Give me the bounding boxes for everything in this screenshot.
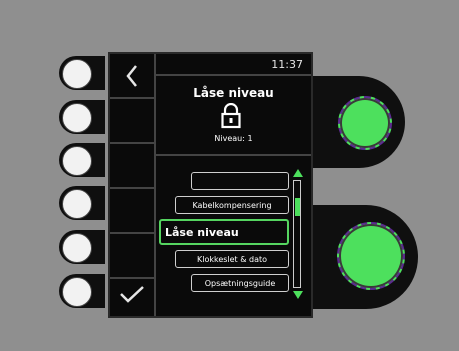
menu-item-opsaetningsguide[interactable]: Opsætningsguide	[191, 274, 289, 292]
lock-level-panel: Låse niveau Niveau: 1	[156, 78, 311, 156]
side-button-knob	[62, 233, 92, 263]
softkey-3[interactable]	[110, 144, 154, 189]
status-bar: 11:37	[156, 54, 311, 76]
side-button-knob	[62, 189, 92, 219]
softkey-2[interactable]	[110, 99, 154, 144]
settings-menu-list: Kabelkompensering Låse niveau Klokkeslet…	[156, 158, 311, 304]
clock-time: 11:37	[271, 57, 303, 71]
side-button-knob	[62, 59, 92, 89]
softkey-confirm[interactable]	[110, 272, 154, 315]
softkey-4[interactable]	[110, 189, 154, 234]
side-button-4[interactable]	[59, 186, 105, 220]
menu-item-kabelkompensering[interactable]: Kabelkompensering	[175, 196, 289, 214]
side-button-3[interactable]	[59, 143, 105, 177]
softkey-back[interactable]	[110, 54, 154, 99]
encoder-knob-bottom[interactable]	[337, 222, 405, 290]
side-button-6[interactable]	[59, 274, 105, 308]
back-chevron-icon	[126, 64, 137, 87]
display-screen: 11:37 Låse niveau Niveau: 1 Kabelkompens…	[108, 52, 313, 318]
confirm-check-icon	[120, 285, 144, 303]
scroll-down-arrow-icon[interactable]	[292, 290, 304, 300]
menu-item-1[interactable]	[191, 172, 289, 190]
side-button-2[interactable]	[59, 100, 105, 134]
lock-level-value: Niveau: 1	[214, 134, 253, 143]
menu-item-klokkeslet-dato[interactable]: Klokkeslet & dato	[175, 250, 289, 268]
menu-item-laase-niveau-selected[interactable]: Låse niveau	[159, 219, 289, 245]
side-button-knob	[62, 146, 92, 176]
side-button-1[interactable]	[59, 56, 105, 90]
device-panel: 11:37 Låse niveau Niveau: 1 Kabelkompens…	[0, 0, 459, 351]
side-button-5[interactable]	[59, 230, 105, 264]
menu-scrollbar[interactable]	[292, 168, 304, 300]
side-button-knob	[62, 103, 92, 133]
scrollbar-track	[293, 180, 301, 288]
padlock-icon	[221, 103, 241, 129]
softkey-column	[110, 54, 156, 316]
scrollbar-thumb[interactable]	[295, 198, 300, 216]
encoder-knob-top[interactable]	[338, 96, 392, 150]
side-button-knob	[62, 277, 92, 307]
scroll-up-arrow-icon[interactable]	[292, 168, 304, 178]
lock-level-title: Låse niveau	[193, 86, 274, 100]
